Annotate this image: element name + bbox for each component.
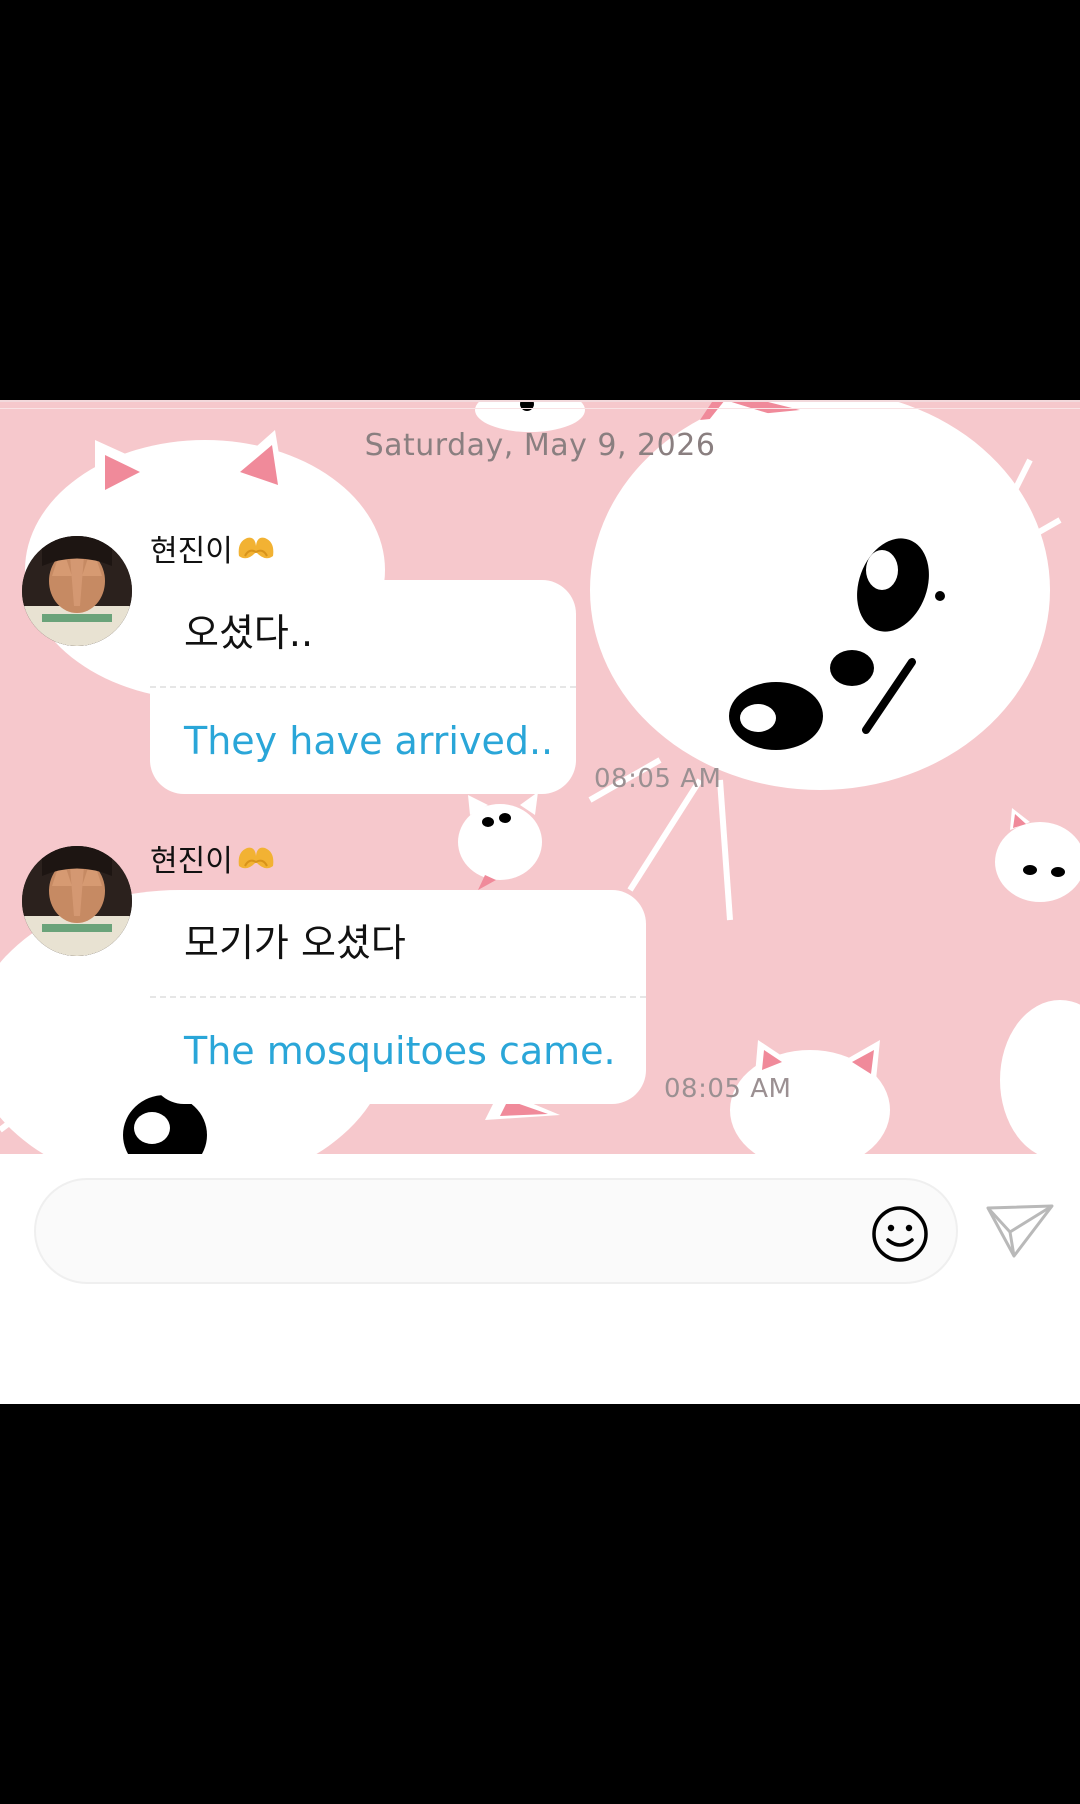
sender-name-text: 현진이 — [150, 844, 233, 879]
chat-top-divider — [0, 400, 1080, 402]
sender-avatar[interactable] — [22, 846, 132, 956]
message-input-container[interactable] — [34, 1178, 958, 1284]
message-original-text: 모기가 오셨다 — [184, 921, 406, 965]
message-timestamp: 08:05 AM — [594, 764, 722, 794]
message-translation-text: They have arrived.. — [184, 719, 554, 763]
message-bubble[interactable]: 모기가 오셨다 The mosquitoes came. — [150, 890, 646, 1104]
message-composer — [0, 1154, 1080, 1404]
sender-name: 현진이 — [150, 526, 277, 572]
sender-name-text: 현진이 — [150, 534, 233, 569]
message-original-text: 오셨다.. — [184, 611, 314, 655]
sender-avatar[interactable] — [22, 536, 132, 646]
heart-hands-icon — [235, 844, 277, 882]
screen: Saturday, May 9, 2026 현진이 오셨다.. They hav… — [0, 0, 1080, 1804]
date-separator: Saturday, May 9, 2026 — [364, 428, 716, 463]
sender-name: 현진이 — [150, 836, 277, 882]
paper-plane-icon[interactable] — [984, 1200, 1056, 1262]
smiley-icon[interactable] — [870, 1204, 930, 1264]
message-bubble[interactable]: 오셨다.. They have arrived.. — [150, 580, 576, 794]
heart-hands-icon — [235, 534, 277, 572]
message-input[interactable] — [72, 1200, 856, 1264]
message-timestamp: 08:05 AM — [664, 1074, 792, 1104]
chat-area[interactable]: Saturday, May 9, 2026 현진이 오셨다.. They hav… — [0, 400, 1080, 1154]
message-translation-text: The mosquitoes came. — [184, 1029, 616, 1073]
avatar-image — [22, 536, 132, 646]
avatar-image — [22, 846, 132, 956]
chat-top-divider-inner — [0, 408, 1080, 409]
